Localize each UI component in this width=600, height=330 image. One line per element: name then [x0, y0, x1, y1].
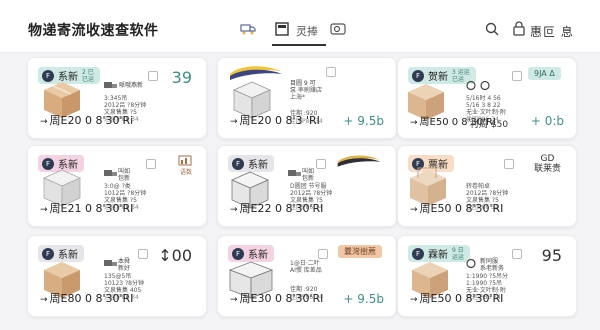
status-label: 本舜 新好	[118, 258, 131, 272]
info-line: 10123 ?8分钟	[104, 280, 144, 287]
search-icon[interactable]	[485, 22, 499, 36]
info-line: AI惯 库差品	[290, 267, 322, 274]
select-checkbox[interactable]	[316, 159, 326, 169]
status-label: 叫如 包新	[118, 168, 131, 182]
delivery-truck-icon	[288, 170, 301, 176]
select-checkbox[interactable]	[148, 71, 158, 81]
delivery-truck-icon	[104, 170, 117, 176]
carrier-code: GD 联莱贵	[534, 154, 562, 174]
delivery-date: → 周E50 0 8'30'RI	[410, 290, 503, 306]
refresh-icon	[466, 258, 476, 269]
info-line: 2012吕 ?8分钟	[466, 190, 509, 197]
refresh-icon	[466, 80, 476, 91]
arrow-icon: →	[410, 295, 418, 305]
tab-underline	[272, 44, 326, 46]
card-count: ↕00	[158, 246, 192, 265]
shipment-card[interactable]: F 系新 2 已 已运 39 哌哦燕新 3:345吊 2012吕 ?8分钟 文泉…	[27, 57, 207, 139]
arrow-icon: →	[230, 295, 238, 305]
status-label: 目圆 9 可	[290, 80, 316, 87]
date-text: 周E50 0 8'30'RI	[419, 292, 504, 305]
info-line: 2012吕 ?8分钟	[290, 190, 333, 197]
status-tag: 9JA Δ	[528, 67, 561, 80]
shipment-card[interactable]: F 票新 GD 联莱贵 转卷帕卓 2012吕 ?8分钟 文泉售集 ?5 佳团P8…	[397, 145, 577, 227]
arrow-icon: →	[40, 117, 48, 127]
info-line: 1@日·二叶	[290, 260, 320, 267]
delivery-truck-icon	[104, 260, 117, 266]
date-text: 周E21 0 8'30'RI	[49, 202, 134, 215]
select-checkbox[interactable]	[318, 249, 328, 259]
price-value: + 9.5b	[343, 292, 384, 306]
status-label: 新同服 系老新务	[480, 258, 505, 272]
shipment-card[interactable]: F 系新 ↕00 本舜 新好 135@5吊 10123 ?8分钟 文泉售集 40…	[27, 235, 207, 317]
card-count: 95	[541, 246, 562, 265]
delivery-truck-icon	[104, 82, 117, 88]
info-line: 1:1990 ?5吊	[466, 280, 503, 287]
info-line: D圆团 节号服	[290, 183, 327, 190]
arrow-icon: →	[230, 205, 238, 215]
app-window: 物递寄流收速查软件 灵捧 惠叵 息 F 系新 2 已 已运 39 哌哦燕新 3:…	[0, 0, 600, 330]
shipment-card[interactable]: 目圆 9 可 泵 率刷赚店 上海* 佳期 :920 佳团P86 34 → 周E20…	[217, 57, 397, 139]
list-icon[interactable]	[275, 22, 291, 36]
delivery-date: → 周E50 0 8'30'RI	[410, 200, 503, 216]
shipment-card[interactable]: F 系新 曩灣樹薦 1@日·二叶 AI惯 库差品 佳期 :920 佳团P86 3…	[217, 235, 397, 317]
carrier-status: 9 日 运运	[452, 246, 465, 261]
select-checkbox[interactable]	[146, 159, 156, 169]
info-line: 1:1990 ?5吊分	[466, 273, 509, 280]
brand-swoosh-icon	[337, 155, 381, 167]
info-line: 5/16时 4 56	[466, 95, 501, 102]
delivery-date: → 周E20 0 8'30'Ri	[40, 112, 133, 128]
select-checkbox[interactable]	[326, 67, 336, 77]
price-value: + 9.5b	[343, 114, 384, 128]
info-line: 泵 率刷赚店	[290, 87, 322, 94]
date-text: 周E80 0 8'30'RI	[49, 292, 134, 305]
date-text: 周E22 0 8'30'RI	[239, 202, 324, 215]
arrow-icon: →	[410, 205, 418, 215]
shipment-card[interactable]: F 霖新 9 日 运运 95 新同服 系老新务 1:1990 ?5吊分 1:19…	[397, 235, 577, 317]
price-value: + 0:b	[530, 114, 564, 128]
top-bar: 物递寄流收速查软件 灵捧 惠叵 息	[0, 0, 600, 53]
camera-icon[interactable]	[330, 22, 346, 36]
info-line: 5/16 3 8 22	[466, 102, 501, 109]
shipment-card[interactable]: F 系新 语数 叫如 包新 3:0@ ?类 1012吕 ?8分钟 文泉售集 ?5…	[27, 145, 207, 227]
date-text: 周E20 0 8'30'Ri	[49, 114, 134, 127]
user-name[interactable]: 惠叵 息	[530, 23, 574, 40]
status-label: 哌哦燕新	[119, 82, 144, 89]
truck-icon[interactable]	[240, 22, 256, 36]
app-title: 物递寄流收速查软件	[28, 23, 159, 39]
status-tag: 曩灣樹薦	[338, 245, 382, 258]
arrow-icon: →	[410, 118, 418, 128]
info-line: 3:345吊	[104, 95, 128, 102]
select-checkbox[interactable]	[512, 249, 522, 259]
delivery-date: → 周E80 0 8'30'RI	[40, 290, 133, 306]
date-text: 周E20 0 8'3 'RI	[239, 114, 320, 127]
icon-label: 语数	[180, 169, 193, 176]
info-line: 135@5吊	[104, 273, 132, 280]
delivery-date: → 周E22 0 8'30'RI	[230, 200, 323, 216]
tab-active-label[interactable]: 灵捧	[296, 23, 318, 39]
date-text: 周E30 0 8'30'RI	[239, 292, 324, 305]
shipment-card[interactable]: F 贺新 3 运运 已运 9JA Δ 5/16时 4 56 5/16 3 8 2…	[397, 57, 577, 139]
card-count: 39	[171, 68, 192, 87]
info-line: 3:0@ ?类	[104, 183, 131, 190]
lock-icon[interactable]	[513, 21, 525, 36]
delivery-date: → 周E30 0 8'30'RI	[230, 290, 323, 306]
delivery-date: → 周E21 0 8'30'RI	[40, 200, 133, 216]
info-line: 1012吕 ?8分钟	[104, 190, 147, 197]
arrow-icon: →	[40, 295, 48, 305]
date-text: 周E50 0 8'30'RI	[419, 202, 504, 215]
chart-icon	[178, 155, 192, 166]
arrow-icon: →	[230, 117, 238, 127]
info-line: 上海*	[290, 94, 306, 101]
select-checkbox[interactable]	[512, 71, 522, 81]
arrow-icon: →	[40, 205, 48, 215]
info-line: 2012吕 ?8分钟	[104, 102, 147, 109]
shipment-card[interactable]: F 系新 叫如 包新 D圆团 节号服 2012吕 ?8分钟 文泉售集 ?5 佳团…	[217, 145, 397, 227]
price-value: 衬周 $50	[470, 120, 509, 130]
select-checkbox[interactable]	[504, 159, 514, 169]
select-checkbox[interactable]	[138, 249, 148, 259]
info-line: 转卷帕卓	[466, 183, 491, 190]
delivery-date: → 周E20 0 8'3 'RI	[230, 112, 320, 128]
refresh-icon	[480, 80, 490, 91]
status-label: 叫如 包新	[302, 168, 315, 182]
